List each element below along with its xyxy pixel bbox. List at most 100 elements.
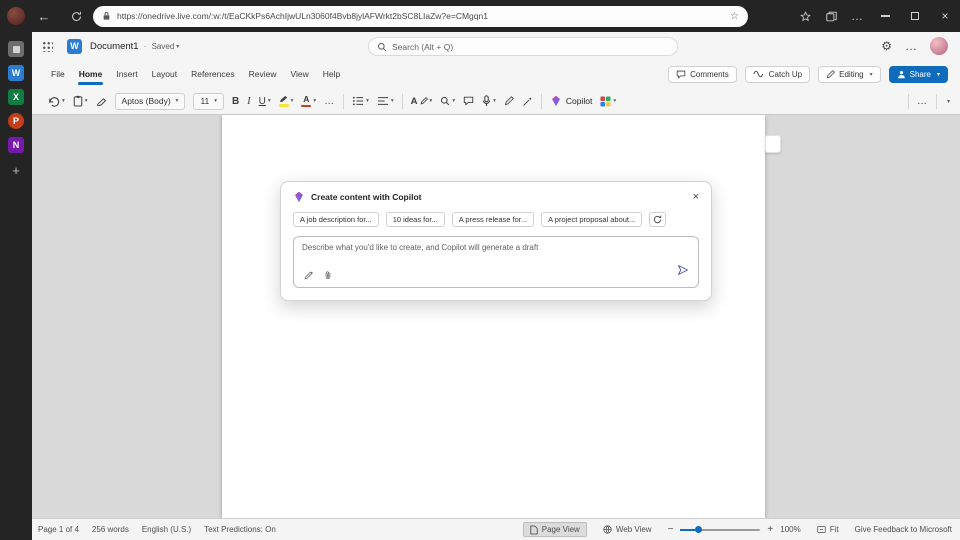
sidebar-item-excel[interactable]: X [8, 89, 24, 105]
close-dialog-button[interactable]: × [693, 192, 699, 203]
simplified-ribbon: ▾ ▾ Aptos (Body) ▾ 11 ▾ B I U ▾ ▾ A ▾ … … [32, 88, 960, 115]
header-more-button[interactable]: … [905, 39, 917, 53]
close-window-button[interactable]: × [930, 0, 960, 32]
find-button[interactable]: ▾ [440, 96, 455, 106]
chip-project-proposal[interactable]: A project proposal about... [541, 212, 642, 227]
ribbon-collapse-button[interactable]: ▾ [947, 98, 950, 105]
copilot-button[interactable]: Copilot [550, 95, 592, 107]
ribbon-menubar: File Home Insert Layout References Revie… [32, 60, 960, 88]
underline-button[interactable]: U ▾ [259, 96, 271, 107]
chip-press-release[interactable]: A press release for... [452, 212, 534, 227]
url-input[interactable] [117, 11, 724, 21]
language-status[interactable]: English (U.S.) [142, 525, 191, 534]
chip-ideas[interactable]: 10 ideas for... [386, 212, 445, 227]
sidebar-item-word[interactable]: W [8, 65, 24, 81]
collections-button[interactable] [818, 3, 844, 29]
send-prompt-button[interactable] [677, 263, 689, 281]
sidebar-item-powerpoint[interactable]: P [8, 113, 24, 129]
maximize-button[interactable] [900, 0, 930, 32]
tab-home[interactable]: Home [72, 60, 110, 88]
save-status[interactable]: Saved [152, 42, 175, 51]
format-painter-button[interactable] [96, 96, 107, 107]
page-side-button[interactable] [765, 135, 781, 153]
italic-button[interactable]: I [247, 96, 250, 107]
tab-help[interactable]: Help [316, 60, 347, 88]
editing-mode-button[interactable]: Editing ▾ [818, 66, 880, 83]
browser-profile-avatar[interactable] [7, 7, 25, 25]
sidebar-item-m365[interactable] [8, 41, 24, 57]
font-name-select[interactable]: Aptos (Body) ▾ [115, 93, 186, 110]
minimize-button[interactable] [870, 0, 900, 32]
page-view-button[interactable]: Page View [523, 522, 587, 537]
zoom-out-button[interactable]: − [668, 524, 674, 535]
app-launcher-waffle-icon[interactable] [42, 41, 53, 52]
tab-references[interactable]: References [184, 60, 241, 88]
copilot-prompt-box[interactable] [293, 236, 699, 288]
tab-file[interactable]: File [44, 60, 72, 88]
add-ins-button[interactable]: ▾ [600, 96, 616, 107]
catch-up-button[interactable]: Catch Up [745, 66, 810, 83]
word-count[interactable]: 256 words [92, 525, 129, 534]
sidebar-item-onenote[interactable]: N [8, 137, 24, 153]
address-bar[interactable]: ☆ [93, 6, 748, 27]
auto-format-button[interactable] [522, 96, 533, 107]
copilot-prompt-input[interactable] [302, 243, 670, 269]
tab-insert[interactable]: Insert [109, 60, 144, 88]
fit-button[interactable]: Fit [811, 522, 845, 537]
add-app-button[interactable]: + [12, 163, 20, 178]
favorites-button[interactable] [792, 3, 818, 29]
dictate-button[interactable]: ▾ [482, 95, 496, 107]
tab-layout[interactable]: Layout [145, 60, 185, 88]
paste-button[interactable]: ▾ [73, 95, 88, 107]
zoom-slider[interactable] [680, 529, 760, 531]
share-button[interactable]: Share ▾ [889, 66, 948, 83]
page-view-label: Page View [542, 525, 580, 534]
rewrite-pen-icon[interactable] [303, 270, 314, 281]
back-button[interactable]: ← [31, 3, 57, 29]
chip-job-description[interactable]: A job description for... [293, 212, 379, 227]
clipboard-icon [73, 95, 83, 107]
ribbon-overflow-button[interactable]: … [917, 96, 928, 107]
document-page[interactable] [222, 115, 765, 518]
new-comment-button[interactable] [463, 96, 474, 106]
editor-button[interactable] [504, 96, 514, 106]
search-box[interactable] [368, 37, 678, 56]
settings-gear-icon[interactable]: ⚙ [881, 39, 892, 53]
highlight-color-button[interactable]: ▾ [279, 95, 294, 107]
refresh-suggestions-button[interactable] [649, 212, 666, 227]
tab-review[interactable]: Review [242, 60, 284, 88]
bold-button[interactable]: B [232, 96, 239, 107]
word-logo-icon[interactable]: W [67, 39, 82, 54]
font-size-select[interactable]: 11 ▾ [193, 93, 224, 110]
font-color-button[interactable]: A ▾ [301, 95, 316, 107]
chevron-down-icon: ▾ [452, 98, 455, 104]
comments-button[interactable]: Comments [668, 66, 737, 83]
browser-more-button[interactable]: … [844, 3, 870, 29]
font-name-value: Aptos (Body) [122, 96, 171, 106]
send-icon [677, 264, 689, 276]
web-view-button[interactable]: Web View [597, 522, 658, 537]
user-avatar[interactable] [930, 37, 948, 55]
bullet-list-button[interactable]: ▾ [352, 96, 369, 106]
attach-paperclip-icon[interactable] [323, 270, 333, 281]
feedback-link[interactable]: Give Feedback to Microsoft [855, 525, 952, 534]
undo-button[interactable]: ▾ [48, 96, 65, 107]
tab-view[interactable]: View [283, 60, 315, 88]
font-overflow-button[interactable]: … [324, 96, 335, 107]
refresh-icon [653, 215, 662, 224]
microphone-icon [482, 95, 491, 107]
zoom-in-button[interactable]: + [767, 524, 773, 535]
document-title[interactable]: Document1 [90, 41, 139, 52]
bullet-list-icon [352, 96, 364, 106]
search-input[interactable] [392, 42, 669, 52]
zoom-level[interactable]: 100% [780, 525, 800, 534]
text-predictions-status[interactable]: Text Predictions: On [204, 525, 276, 534]
chevron-down-icon: ▾ [493, 98, 496, 104]
styles-button[interactable]: A ▾ [411, 96, 433, 107]
zoom-slider-thumb[interactable] [695, 526, 702, 533]
page-count[interactable]: Page 1 of 4 [38, 525, 79, 534]
refresh-button[interactable] [63, 3, 89, 29]
alignment-button[interactable]: ▾ [377, 96, 394, 106]
browser-toolbar-right: … × [792, 0, 960, 32]
bookmark-star-icon[interactable]: ☆ [730, 11, 739, 22]
